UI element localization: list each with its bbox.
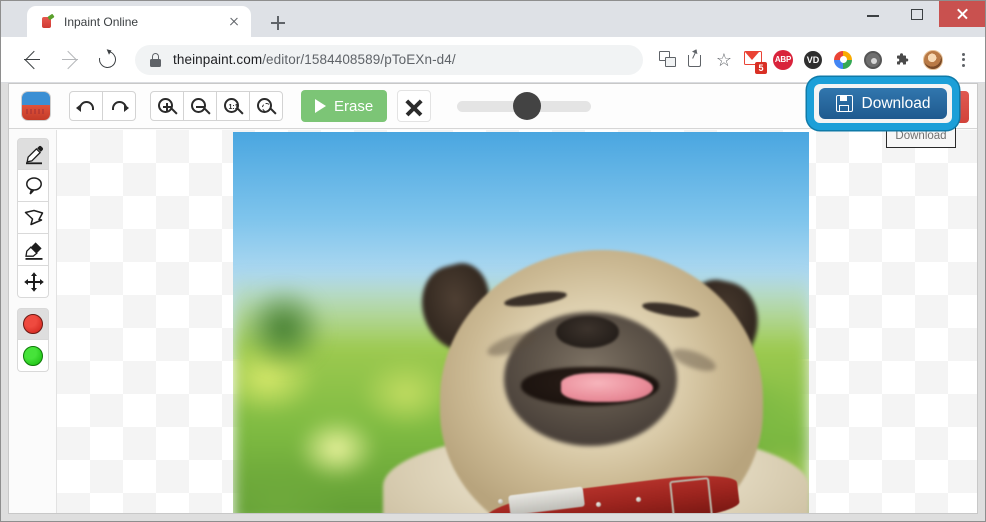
zoom-actual-size-button[interactable]: 1:1	[216, 91, 250, 121]
browser-tab[interactable]: Inpaint Online	[27, 6, 251, 37]
pug-photo[interactable]	[233, 132, 809, 513]
download-button[interactable]: Download	[819, 88, 947, 119]
window-minimize-button[interactable]	[851, 1, 895, 27]
brush-size-slider[interactable]	[457, 91, 592, 120]
history-button-group	[69, 91, 136, 121]
adblock-plus-extension-icon[interactable]: ABP	[769, 46, 797, 74]
abp-label: ABP	[773, 49, 793, 70]
foliage-dark-left	[233, 249, 360, 407]
film-reel-extension-icon[interactable]	[859, 46, 887, 74]
zoom-in-button[interactable]	[150, 91, 184, 121]
inpaint-logo	[21, 91, 51, 121]
color-swatch-green[interactable]	[16, 340, 49, 372]
zoom-button-group: 1:1	[150, 91, 283, 121]
dog-tongue	[561, 373, 654, 403]
play-icon	[315, 99, 326, 113]
redo-button[interactable]	[102, 91, 136, 121]
erase-label: Erase	[334, 97, 374, 115]
lasso-tool[interactable]	[16, 170, 49, 202]
inpaint-app: 1:1 Erase f	[8, 83, 978, 514]
dog-nose	[555, 316, 619, 348]
zoom-fit-button[interactable]	[249, 91, 283, 121]
address-bar[interactable]: theinpaint.com/editor/1584408589/pToEXn-…	[135, 44, 643, 75]
spray-can-icon	[39, 13, 55, 30]
brush-size-slider-handle[interactable]	[513, 91, 542, 120]
color-picker-extension-icon[interactable]	[829, 46, 857, 74]
browser-window: Inpaint Online theinpaint.com/editor/158…	[0, 0, 986, 522]
url-path: /editor/1584408589/pToEXn-d4/	[262, 52, 456, 67]
clear-selection-button[interactable]	[397, 90, 432, 122]
undo-button[interactable]	[69, 91, 103, 121]
collar-buckle	[668, 476, 714, 513]
erase-button[interactable]: Erase	[301, 90, 388, 122]
green-color-dot	[22, 345, 43, 366]
reload-button[interactable]	[93, 45, 123, 75]
url-host: theinpaint.com	[173, 52, 263, 67]
download-label: Download	[861, 94, 931, 112]
address-bar-url: theinpaint.com/editor/1584408589/pToEXn-…	[173, 52, 456, 67]
back-button[interactable]	[17, 45, 47, 75]
download-button-highlight: Download	[807, 77, 959, 130]
move-tool[interactable]	[16, 266, 49, 298]
bookmark-star-icon[interactable]: ☆	[711, 47, 737, 73]
gmail-badge: 5	[755, 61, 767, 74]
marker-tool[interactable]	[16, 138, 49, 170]
vd-label: VD	[804, 50, 822, 69]
video-downloader-extension-icon[interactable]: VD	[799, 46, 827, 74]
tab-title: Inpaint Online	[64, 14, 139, 29]
rail-divider	[9, 298, 56, 308]
window-maximize-button[interactable]	[895, 1, 939, 27]
lock-icon	[150, 52, 161, 67]
profile-avatar[interactable]	[919, 46, 947, 74]
extensions-puzzle-icon[interactable]	[889, 46, 917, 74]
gmail-extension-icon[interactable]: 5	[739, 46, 767, 74]
share-icon[interactable]	[683, 47, 709, 73]
new-tab-button[interactable]	[267, 12, 289, 34]
forward-button[interactable]	[55, 45, 85, 75]
save-floppy-icon	[835, 95, 853, 112]
editor-canvas[interactable]	[57, 130, 977, 513]
zoom-out-button[interactable]	[183, 91, 217, 121]
browser-menu-button[interactable]	[951, 45, 977, 75]
tool-rail	[9, 130, 57, 513]
translate-icon[interactable]	[655, 47, 681, 73]
color-swatch-red[interactable]	[16, 308, 49, 340]
eraser-tool[interactable]	[16, 234, 49, 266]
polygon-lasso-tool[interactable]	[16, 202, 49, 234]
tab-close-icon[interactable]	[225, 13, 243, 31]
red-color-dot	[22, 314, 43, 334]
tab-strip: Inpaint Online	[1, 1, 985, 37]
window-close-button[interactable]	[939, 1, 985, 27]
